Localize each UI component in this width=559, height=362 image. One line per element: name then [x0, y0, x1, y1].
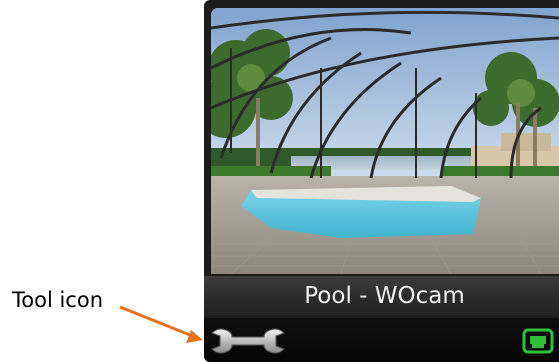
- camera-tile[interactable]: Pool - WOcam: [204, 0, 559, 362]
- camera-name: Pool - WOcam: [304, 283, 465, 309]
- camera-thumbnail[interactable]: [211, 8, 559, 274]
- screenshot-stage: Tool icon Pool - WOcam: [0, 0, 559, 362]
- pool-scene-image: [211, 8, 559, 274]
- camera-toolbar: [204, 318, 559, 362]
- camera-name-bar: Pool - WOcam: [204, 276, 559, 316]
- tool-button[interactable]: [210, 324, 286, 358]
- wrench-icon: [211, 328, 285, 354]
- network-status-icon: [522, 328, 554, 354]
- network-status-button[interactable]: [522, 326, 554, 356]
